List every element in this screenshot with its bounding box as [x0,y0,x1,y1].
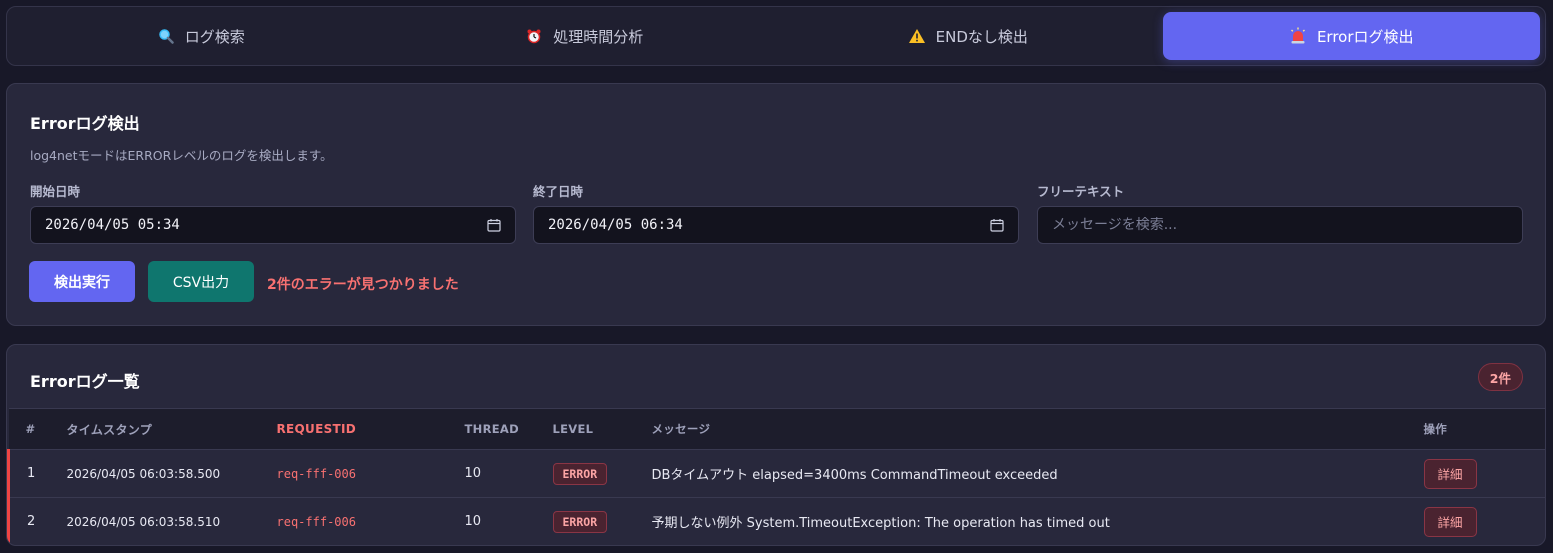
calendar-icon[interactable] [487,218,501,232]
calendar-icon[interactable] [990,218,1004,232]
list-title: Errorログ一覧 [30,372,140,391]
tab-label: Errorログ検出 [1316,27,1414,46]
error-log-table: # タイムスタンプ REQUESTID THREAD LEVEL メッセージ 操… [7,408,1546,546]
end-datetime-field-group: 終了日時 2026/04/05 06:34 [533,181,1019,244]
count-badge: 2件 [1477,363,1523,391]
csv-export-button[interactable]: CSV出力 [148,261,254,302]
tab-label: ENDなし検出 [935,27,1028,46]
run-detection-button[interactable]: 検出実行 [29,261,135,302]
siren-icon [1289,27,1307,45]
start-datetime-input[interactable]: 2026/04/05 05:34 [30,206,516,244]
row-number: 1 [7,449,67,498]
table-row: 2 2026/04/05 06:03:58.510 req-fff-006 10… [7,497,1546,546]
row-request-id: req-fff-006 [276,466,356,481]
row-thread: 10 [464,514,482,530]
tab-label: ログ検索 [184,27,245,46]
alarm-clock-icon [525,27,543,45]
error-detection-form: Errorログ検出 log4netモードはERRORレベルのログを検出します。 … [6,83,1546,326]
freetext-field-group: フリーテキスト [1037,181,1523,244]
start-datetime-label: 開始日時 [30,184,81,199]
freetext-box [1037,206,1523,244]
column-header-number: # [25,422,36,436]
warning-icon [908,27,926,45]
form-title: Errorログ検出 [30,114,140,133]
row-request-id: req-fff-006 [276,514,356,529]
column-header-requestid: REQUESTID [276,422,357,436]
row-number: 2 [7,497,67,545]
start-datetime-value: 2026/04/05 05:34 [45,217,180,233]
column-header-actions: 操作 [1423,422,1448,436]
column-header-level: LEVEL [552,422,594,436]
level-badge: ERROR [552,510,608,533]
error-log-list: Errorログ一覧 2件 # タイムスタンプ REQUESTID THREAD … [6,344,1546,546]
column-header-thread: THREAD [464,422,519,436]
end-datetime-value: 2026/04/05 06:34 [548,217,683,233]
magnifier-icon [157,27,175,45]
form-description: log4netモードはERRORレベルのログを検出します。 [30,148,333,163]
tab-end-missing[interactable]: ENDなし検出 [779,12,1157,60]
row-level-cell: ERROR [552,450,652,498]
column-header-message: メッセージ [651,422,711,436]
freetext-label: フリーテキスト [1037,184,1125,199]
end-datetime-input[interactable]: 2026/04/05 06:34 [533,206,1019,244]
start-datetime-field-group: 開始日時 2026/04/05 05:34 [30,181,516,244]
row-thread: 10 [464,466,482,481]
row-actions: 詳細 [1423,498,1546,546]
table-header-row: # タイムスタンプ REQUESTID THREAD LEVEL メッセージ 操… [8,408,1545,450]
row-message: DBタイムアウト elapsed=3400ms CommandTimeout e… [651,468,1058,483]
tab-bar: ログ検索 処理時間分析 ENDなし検出 Errorログ検出 [6,6,1546,66]
detail-button[interactable]: 詳細 [1423,506,1477,537]
detail-button[interactable]: 詳細 [1423,458,1477,489]
freetext-input[interactable] [1052,217,1508,233]
row-timestamp: 2026/04/05 06:03:58.510 [66,514,221,529]
column-header-timestamp: タイムスタンプ [66,422,153,437]
result-message: 2件のエラーが見つかりました [267,277,459,293]
tab-error-log[interactable]: Errorログ検出 [1162,12,1540,60]
tab-processing-time[interactable]: 処理時間分析 [396,12,774,60]
row-message: 予期しない例外 System.TimeoutException: The ope… [651,516,1110,532]
tab-log-search[interactable]: ログ検索 [12,12,390,60]
row-actions: 詳細 [1423,450,1546,498]
row-level-cell: ERROR [552,498,652,546]
table-row: 1 2026/04/05 06:03:58.500 req-fff-006 10… [7,449,1546,498]
tab-label: 処理時間分析 [553,27,644,46]
row-timestamp: 2026/04/05 06:03:58.500 [66,466,221,481]
end-datetime-label: 終了日時 [533,184,584,199]
level-badge: ERROR [552,462,608,485]
